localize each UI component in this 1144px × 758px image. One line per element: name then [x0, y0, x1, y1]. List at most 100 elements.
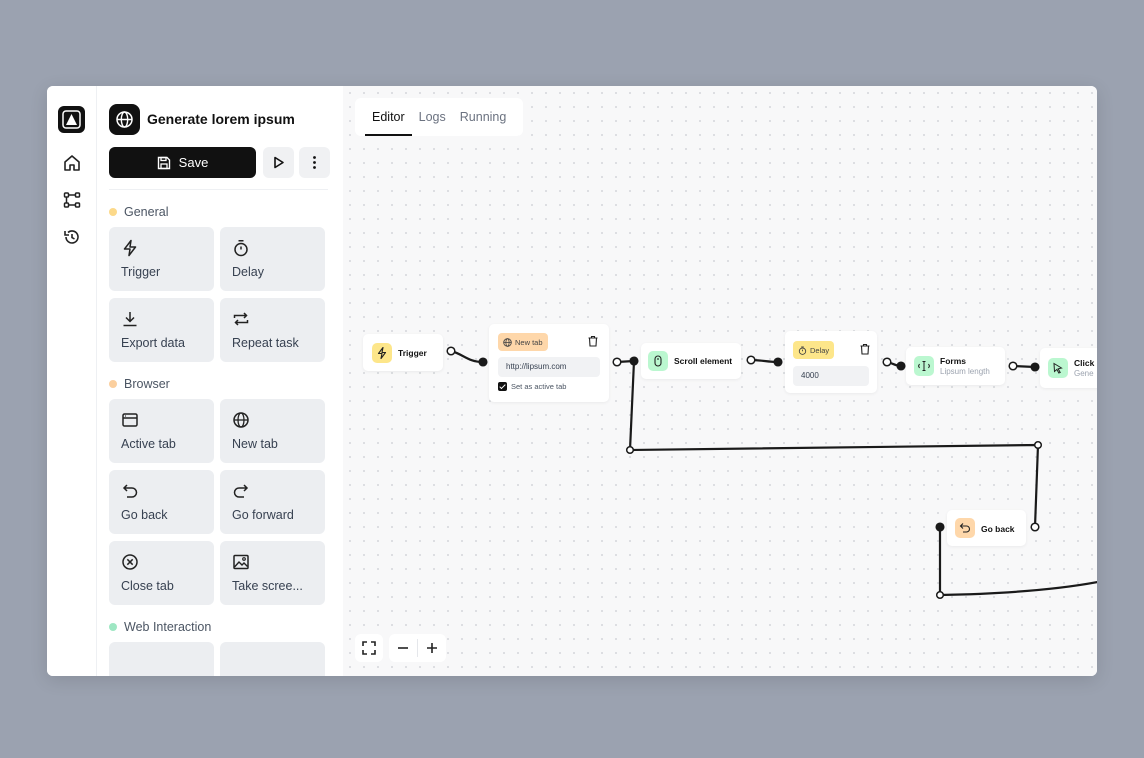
- node-scroll-element[interactable]: Scroll element: [641, 343, 741, 379]
- lightning-icon: [123, 239, 137, 257]
- block-panel: Generate lorem ipsum Save General Trigge…: [97, 86, 343, 676]
- url-input[interactable]: http://lipsum.com: [498, 357, 600, 377]
- block-take-screenshot[interactable]: Take scree...: [220, 541, 325, 605]
- workflows-icon[interactable]: [62, 190, 82, 210]
- node-title: Trigger: [398, 348, 427, 358]
- output-handle: [446, 346, 456, 356]
- node-forms[interactable]: Forms Lipsum length: [906, 347, 1005, 385]
- node-go-back[interactable]: Go back: [947, 510, 1026, 546]
- floppy-disk-icon: [157, 156, 170, 169]
- category-dot: [109, 380, 117, 388]
- node-click[interactable]: Click Gene: [1040, 348, 1097, 388]
- block-export-data[interactable]: Export data: [109, 298, 214, 362]
- input-handle: [896, 361, 906, 371]
- redo-arrow-icon: [233, 484, 249, 498]
- play-icon: [274, 156, 284, 169]
- save-button[interactable]: Save: [109, 147, 256, 178]
- node-trigger[interactable]: Trigger: [363, 334, 443, 371]
- block-label: Export data: [121, 336, 185, 350]
- block-delay[interactable]: Delay: [220, 227, 325, 291]
- globe-icon: [116, 111, 133, 128]
- block-go-back[interactable]: Go back: [109, 470, 214, 534]
- node-delay[interactable]: Delay 4000: [785, 331, 877, 393]
- block-new-tab[interactable]: New tab: [220, 399, 325, 463]
- output-handle: [1008, 361, 1018, 371]
- node-subtitle: Lipsum length: [940, 367, 990, 376]
- input-handle: [935, 522, 945, 532]
- canvas-controls: [355, 634, 446, 662]
- category-label: Browser: [124, 377, 170, 391]
- app-window: Generate lorem ipsum Save General Trigge…: [47, 86, 1097, 676]
- block-label: Trigger: [121, 265, 161, 279]
- globe-icon: [503, 337, 512, 347]
- image-icon: [233, 554, 249, 570]
- plus-icon: [427, 643, 437, 653]
- block-go-forward[interactable]: Go forward: [220, 470, 325, 534]
- history-icon[interactable]: [62, 227, 82, 247]
- category-general: General: [109, 205, 168, 219]
- edge-bend-point: [625, 445, 635, 455]
- globe-icon: [233, 412, 249, 428]
- output-handle: [746, 355, 756, 365]
- block-label: Delay: [232, 265, 264, 279]
- node-badge: New tab: [498, 333, 548, 351]
- block-label: Close tab: [121, 579, 174, 593]
- checkbox-box[interactable]: [498, 382, 507, 391]
- edge-trigger-newtab: [450, 349, 484, 364]
- trash-icon[interactable]: [587, 335, 599, 347]
- block-label: New tab: [232, 437, 278, 451]
- node-icon: [648, 351, 668, 371]
- trash-icon[interactable]: [859, 343, 871, 355]
- delay-input[interactable]: 4000: [793, 366, 869, 386]
- output-handle: [612, 357, 622, 367]
- block-trigger[interactable]: Trigger: [109, 227, 214, 291]
- fit-view-control: [355, 634, 383, 662]
- block-label: Active tab: [121, 437, 176, 451]
- block-active-tab[interactable]: Active tab: [109, 399, 214, 463]
- category-browser: Browser: [109, 377, 170, 391]
- workflow-title[interactable]: Generate lorem ipsum: [147, 111, 295, 127]
- category-label: Web Interaction: [124, 620, 212, 634]
- node-title: Go back: [981, 524, 1015, 534]
- node-icon: [372, 343, 392, 363]
- category-dot: [109, 208, 117, 216]
- download-icon: [123, 312, 137, 327]
- fullscreen-icon: [362, 641, 376, 655]
- input-handle: [629, 356, 639, 366]
- mouse-scroll-icon: [654, 355, 662, 367]
- input-handle: [1030, 362, 1040, 372]
- node-badge: Delay: [793, 341, 835, 359]
- text-cursor-icon: [918, 361, 930, 371]
- divider: [109, 189, 328, 190]
- more-vertical-icon: [313, 156, 316, 169]
- lightning-icon: [377, 347, 387, 359]
- nav-rail: [47, 86, 97, 676]
- zoom-control: [389, 634, 446, 662]
- fit-view-button[interactable]: [355, 634, 383, 662]
- set-active-tab-checkbox[interactable]: Set as active tab: [498, 382, 566, 391]
- undo-arrow-icon: [959, 523, 970, 533]
- workflow-icon[interactable]: [109, 104, 140, 135]
- zoom-out-button[interactable]: [389, 634, 417, 662]
- run-button[interactable]: [263, 147, 294, 178]
- app-logo[interactable]: [58, 106, 85, 133]
- node-title: Click: [1074, 358, 1095, 368]
- save-label: Save: [178, 155, 209, 170]
- block-web-interaction-1[interactable]: [109, 642, 214, 676]
- block-repeat-task[interactable]: Repeat task: [220, 298, 325, 362]
- repeat-icon: [233, 312, 249, 326]
- output-handle: [1030, 522, 1040, 532]
- node-new-tab[interactable]: New tab http://lipsum.com Set as active …: [489, 324, 609, 402]
- block-web-interaction-2[interactable]: [220, 642, 325, 676]
- category-label: General: [124, 205, 169, 219]
- input-handle: [478, 357, 488, 367]
- workflow-canvas[interactable]: Editor Logs Running Trigger New tab http…: [343, 86, 1097, 676]
- input-handle: [773, 357, 783, 367]
- more-options-button[interactable]: [299, 147, 330, 178]
- stopwatch-icon: [798, 345, 807, 355]
- block-close-tab[interactable]: Close tab: [109, 541, 214, 605]
- checkbox-label: Set as active tab: [511, 382, 567, 391]
- home-icon[interactable]: [62, 153, 82, 173]
- block-label: Take scree...: [232, 579, 303, 593]
- zoom-in-button[interactable]: [418, 634, 446, 662]
